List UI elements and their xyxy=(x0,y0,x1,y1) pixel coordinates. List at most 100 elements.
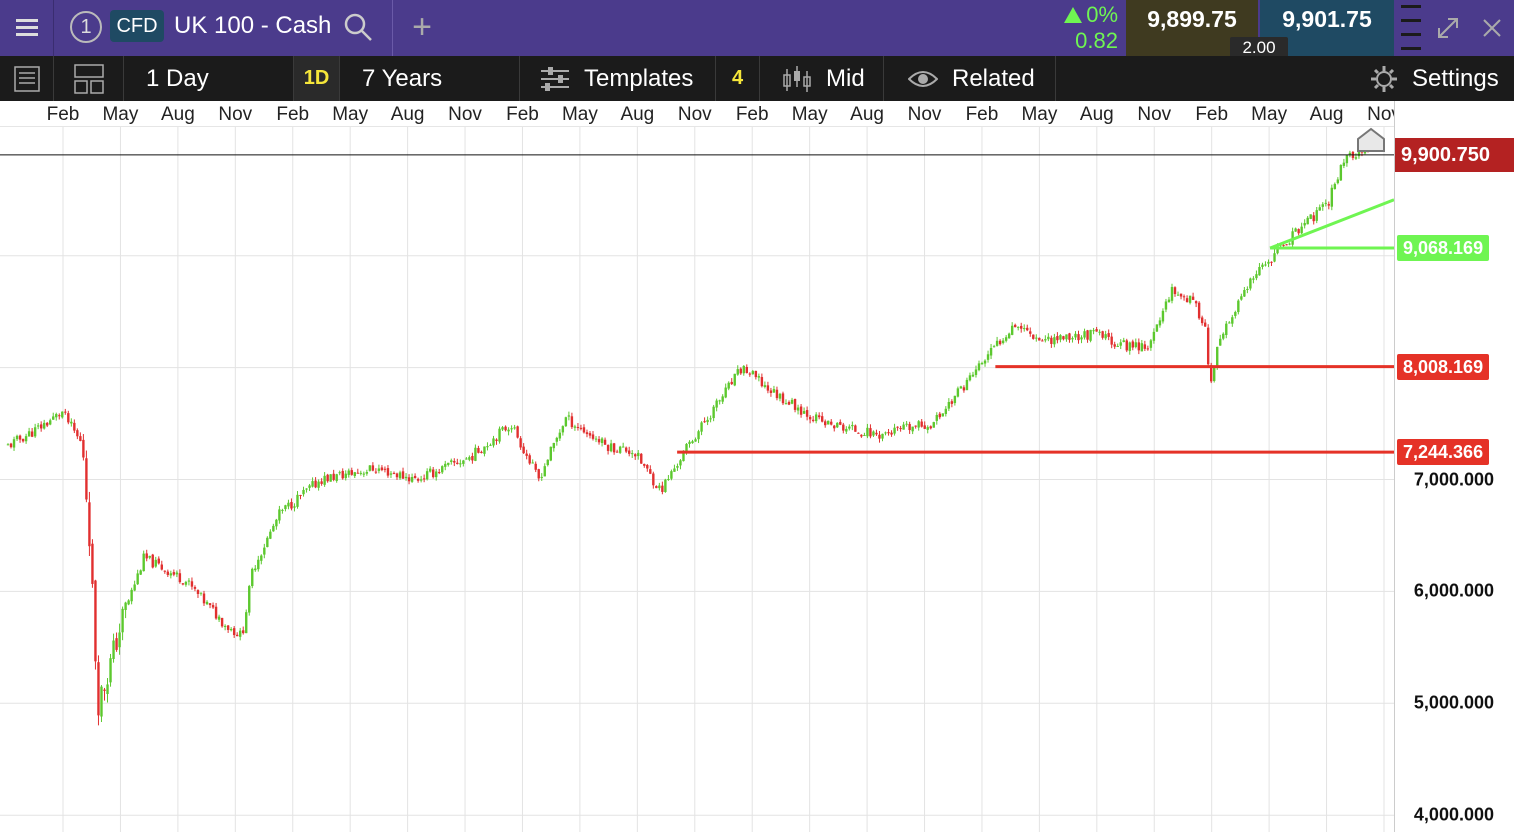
candle-body xyxy=(299,494,302,496)
candle-body xyxy=(941,413,945,417)
candle-body xyxy=(820,416,824,422)
candle-body xyxy=(664,479,667,493)
candle-body xyxy=(1213,367,1216,382)
candlestick-icon xyxy=(783,65,811,92)
current-price-label: 9,900.750 xyxy=(1395,137,1514,172)
candle-body xyxy=(1140,343,1144,352)
candle-body xyxy=(531,462,534,464)
candle-body xyxy=(980,362,984,365)
candle-body xyxy=(652,473,655,486)
candle-body xyxy=(1044,339,1047,341)
candle-body xyxy=(305,488,308,490)
candle-body xyxy=(438,472,441,474)
home-icon[interactable] xyxy=(1357,127,1385,152)
candle-body xyxy=(431,469,435,478)
candle-body xyxy=(775,389,779,399)
candle-body xyxy=(1237,300,1240,313)
candle-body xyxy=(257,559,260,570)
candle-body xyxy=(1083,331,1086,338)
candle-body xyxy=(1342,162,1346,166)
price-chart[interactable] xyxy=(0,127,1394,832)
candle-body xyxy=(1056,336,1059,341)
price-tick-label: 4,000.000 xyxy=(1413,804,1494,825)
candle-body xyxy=(989,347,993,356)
month-tick-label: May xyxy=(102,104,139,125)
candle-body xyxy=(730,381,733,385)
candle-body xyxy=(552,442,556,449)
candle-body xyxy=(1092,330,1095,332)
candle-body xyxy=(1264,264,1267,266)
candle-body xyxy=(1104,334,1107,339)
candle-body xyxy=(1098,331,1101,333)
link-group-badge[interactable]: 1 xyxy=(70,11,102,43)
candle-body xyxy=(450,460,453,462)
candle-body xyxy=(971,374,975,377)
candle-body xyxy=(603,439,607,445)
candle-body xyxy=(528,455,531,464)
candle-body xyxy=(106,684,109,694)
candle-body xyxy=(193,587,197,589)
candle-body xyxy=(739,368,742,374)
related-button[interactable]: Related xyxy=(884,56,1056,101)
candle-body xyxy=(145,553,148,559)
price-tick-label: 7,000.000 xyxy=(1413,469,1494,489)
candle-body xyxy=(1013,324,1017,328)
search-button[interactable] xyxy=(340,10,376,44)
price-axis: 7,000.000 6,000.000 5,000.000 4,000.000 9,06… xyxy=(1394,101,1514,832)
candle-body xyxy=(251,568,254,587)
price-mode-selector[interactable]: Mid xyxy=(760,56,884,101)
candle-body xyxy=(507,429,510,432)
candle-body xyxy=(18,435,22,440)
settings-button[interactable]: Settings xyxy=(1360,56,1514,101)
candle-body xyxy=(543,466,546,477)
candle-body xyxy=(58,415,61,417)
candle-body xyxy=(12,439,16,448)
candle-body xyxy=(842,424,845,431)
triangle-up-icon xyxy=(1064,7,1083,23)
interval-badge[interactable]: 1D xyxy=(294,56,340,101)
month-tick-label: Feb xyxy=(46,104,80,125)
candle-body xyxy=(447,462,450,465)
expand-button[interactable] xyxy=(1434,14,1462,42)
candle-body xyxy=(540,476,543,478)
candle-body xyxy=(634,454,637,457)
instrument-header: 1 CFD UK 100 - Cash + 0% 0.82 9,899.75 9… xyxy=(0,0,1514,58)
candle-body xyxy=(389,473,393,475)
candle-body xyxy=(1059,335,1062,340)
chart-list-button[interactable] xyxy=(0,56,54,101)
candle-body xyxy=(142,553,145,572)
drag-handle[interactable] xyxy=(1398,0,1424,56)
templates-button[interactable]: Templates xyxy=(520,56,716,101)
candle-body xyxy=(1246,288,1249,291)
candle-body xyxy=(163,570,167,572)
month-tick-label: Nov xyxy=(218,104,253,125)
candle-body xyxy=(811,419,815,421)
candle-body xyxy=(670,471,673,479)
candle-body xyxy=(242,630,245,634)
candle-body xyxy=(380,467,384,471)
candle-body xyxy=(1128,342,1131,351)
range-selector[interactable]: 7 Years xyxy=(340,56,520,101)
candle-body xyxy=(46,422,49,426)
month-tick-label: Feb xyxy=(965,104,999,125)
candle-body xyxy=(914,425,917,427)
candle-body xyxy=(706,419,709,423)
candle-body xyxy=(1318,207,1321,211)
candle-body xyxy=(425,471,429,480)
interval-selector[interactable]: 1 Day xyxy=(124,56,294,101)
candle-body xyxy=(419,479,423,481)
templates-count[interactable]: 4 xyxy=(716,56,760,101)
menu-button[interactable] xyxy=(0,0,54,56)
candle-body xyxy=(1300,226,1303,234)
candle-body xyxy=(836,422,839,428)
settings-label: Settings xyxy=(1412,64,1499,92)
candle-body xyxy=(525,453,528,456)
candle-body xyxy=(332,473,335,480)
close-button[interactable] xyxy=(1478,14,1506,42)
layout-button[interactable] xyxy=(54,56,124,101)
instrument-name[interactable]: UK 100 - Cash xyxy=(174,10,331,42)
add-tab-button[interactable]: + xyxy=(405,8,439,46)
month-tick-label: Aug xyxy=(1079,104,1114,125)
candle-body xyxy=(1089,329,1092,341)
candle-body xyxy=(1336,179,1340,184)
